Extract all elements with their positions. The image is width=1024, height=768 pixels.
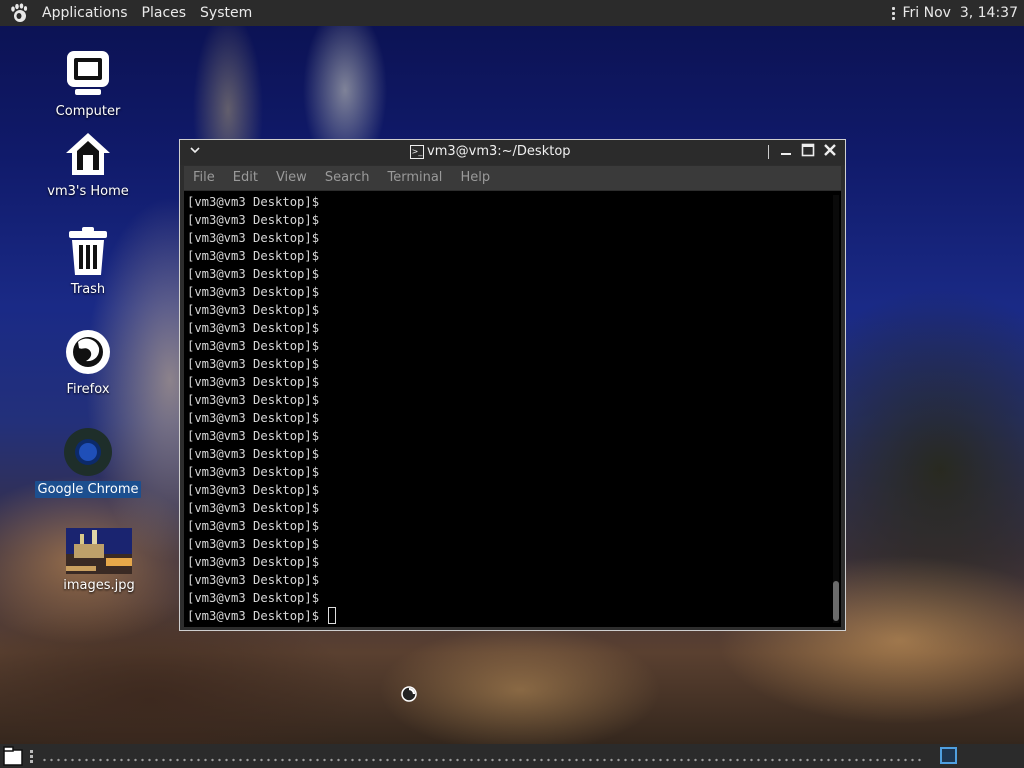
terminal-prompt-line: [vm3@vm3 Desktop]$ [187, 465, 320, 479]
maximize-icon[interactable] [801, 143, 815, 161]
terminal-prompt-line: [vm3@vm3 Desktop]$ [187, 393, 320, 407]
trash-icon [62, 226, 114, 278]
desktop-icon-computer[interactable]: Computer [36, 48, 140, 120]
terminal-prompt-line: [vm3@vm3 Desktop]$ [187, 303, 320, 317]
menu-terminal[interactable]: Terminal [378, 166, 451, 190]
close-icon[interactable] [823, 143, 837, 161]
bottom-panel [0, 744, 1024, 768]
terminal-prompt-line: [vm3@vm3 Desktop]$ [187, 447, 320, 461]
terminal-prompt-line: [vm3@vm3 Desktop]$ [187, 375, 320, 389]
window-title: vm3@vm3:~/Desktop [427, 144, 571, 159]
mouse-cursor-icon [401, 686, 417, 702]
terminal-prompt-line: [vm3@vm3 Desktop]$ [187, 501, 320, 515]
terminal-prompt-line: [vm3@vm3 Desktop]$ [187, 231, 320, 245]
top-panel: Applications Places System Fri Nov 3, 14… [0, 0, 1024, 26]
terminal-prompt-line: [vm3@vm3 Desktop]$ [187, 607, 337, 625]
panel-handle-icon [30, 749, 33, 763]
menu-places[interactable]: Places [135, 0, 194, 26]
menu-edit[interactable]: Edit [224, 166, 267, 190]
terminal-prompt-line: [vm3@vm3 Desktop]$ [187, 573, 320, 587]
image-thumbnail-icon [66, 528, 132, 574]
terminal-titlebar[interactable]: >_ vm3@vm3:~/Desktop [180, 140, 845, 165]
terminal-prompt-line: [vm3@vm3 Desktop]$ [187, 267, 320, 281]
desktop-icon-label: Google Chrome [34, 481, 142, 498]
desktop-icon-label: vm3's Home [47, 184, 129, 199]
terminal-menubar: File Edit View Search Terminal Help [184, 166, 841, 190]
desktop-icon-label: Firefox [66, 382, 110, 397]
clock[interactable]: Fri Nov 3, 14:37 [902, 5, 1018, 21]
terminal-prompt-line: [vm3@vm3 Desktop]$ [187, 555, 320, 569]
window-controls [768, 143, 837, 161]
desktop-icon-trash[interactable]: Trash [36, 226, 140, 298]
terminal-prompt-line: [vm3@vm3 Desktop]$ [187, 249, 320, 263]
terminal-lines: [vm3@vm3 Desktop]$ [vm3@vm3 Desktop]$ [vm3… [187, 193, 337, 625]
terminal-prompt-line: [vm3@vm3 Desktop]$ [187, 213, 320, 227]
terminal-prompt-line: [vm3@vm3 Desktop]$ [187, 357, 320, 371]
home-icon [62, 128, 114, 180]
desktop-icon-home[interactable]: vm3's Home [36, 128, 140, 200]
terminal-prompt-line: [vm3@vm3 Desktop]$ [187, 537, 320, 551]
desktop-icon-google-chrome[interactable]: Google Chrome [34, 426, 142, 498]
window-menu-chevron-icon[interactable] [189, 144, 201, 160]
menu-applications[interactable]: Applications [35, 0, 135, 26]
terminal-output[interactable]: [vm3@vm3 Desktop]$ [vm3@vm3 Desktop]$ [vm3… [184, 191, 841, 627]
menu-search[interactable]: Search [316, 166, 379, 190]
terminal-scrollbar[interactable] [833, 195, 839, 623]
desktop-icon-label: Computer [55, 104, 121, 119]
terminal-prompt-line: [vm3@vm3 Desktop]$ [187, 339, 320, 353]
terminal-prompt-line: [vm3@vm3 Desktop]$ [187, 321, 320, 335]
window-title-group: >_ vm3@vm3:~/Desktop [410, 144, 571, 159]
terminal-prompt-line: [vm3@vm3 Desktop]$ [187, 519, 320, 533]
text-cursor [328, 607, 337, 624]
menu-view[interactable]: View [267, 166, 316, 190]
menu-help[interactable]: Help [451, 166, 499, 190]
terminal-prompt-line: [vm3@vm3 Desktop]$ [187, 285, 320, 299]
computer-icon [62, 48, 114, 100]
menu-system[interactable]: System [193, 0, 259, 26]
terminal-prompt-line: [vm3@vm3 Desktop]$ [187, 483, 320, 497]
desktop-icon-firefox[interactable]: Firefox [36, 326, 140, 398]
window-controls-separator [768, 145, 769, 159]
terminal-window[interactable]: >_ vm3@vm3:~/Desktop File Edit View Sear… [179, 139, 846, 631]
desktop-icon-label: images.jpg [63, 578, 135, 593]
workspace-switcher[interactable] [940, 747, 957, 764]
gnome-foot-icon[interactable] [8, 2, 30, 24]
menu-file[interactable]: File [184, 166, 224, 190]
show-desktop-icon[interactable] [2, 746, 26, 766]
panel-handle-icon [892, 6, 896, 20]
terminal-app-icon: >_ [410, 144, 424, 159]
desktop-icon-images-jpg[interactable]: images.jpg [47, 528, 151, 594]
chrome-icon [62, 426, 114, 478]
terminal-prompt-line: [vm3@vm3 Desktop]$ [187, 591, 320, 605]
terminal-prompt-line: [vm3@vm3 Desktop]$ [187, 429, 320, 443]
terminal-prompt-line: [vm3@vm3 Desktop]$ [187, 411, 320, 425]
scrollbar-thumb[interactable] [833, 581, 839, 621]
terminal-prompt-line: [vm3@vm3 Desktop]$ [187, 195, 320, 209]
minimize-icon[interactable] [779, 143, 793, 161]
window-list-empty [41, 758, 921, 762]
desktop-icon-label: Trash [70, 282, 106, 297]
firefox-icon [62, 326, 114, 378]
